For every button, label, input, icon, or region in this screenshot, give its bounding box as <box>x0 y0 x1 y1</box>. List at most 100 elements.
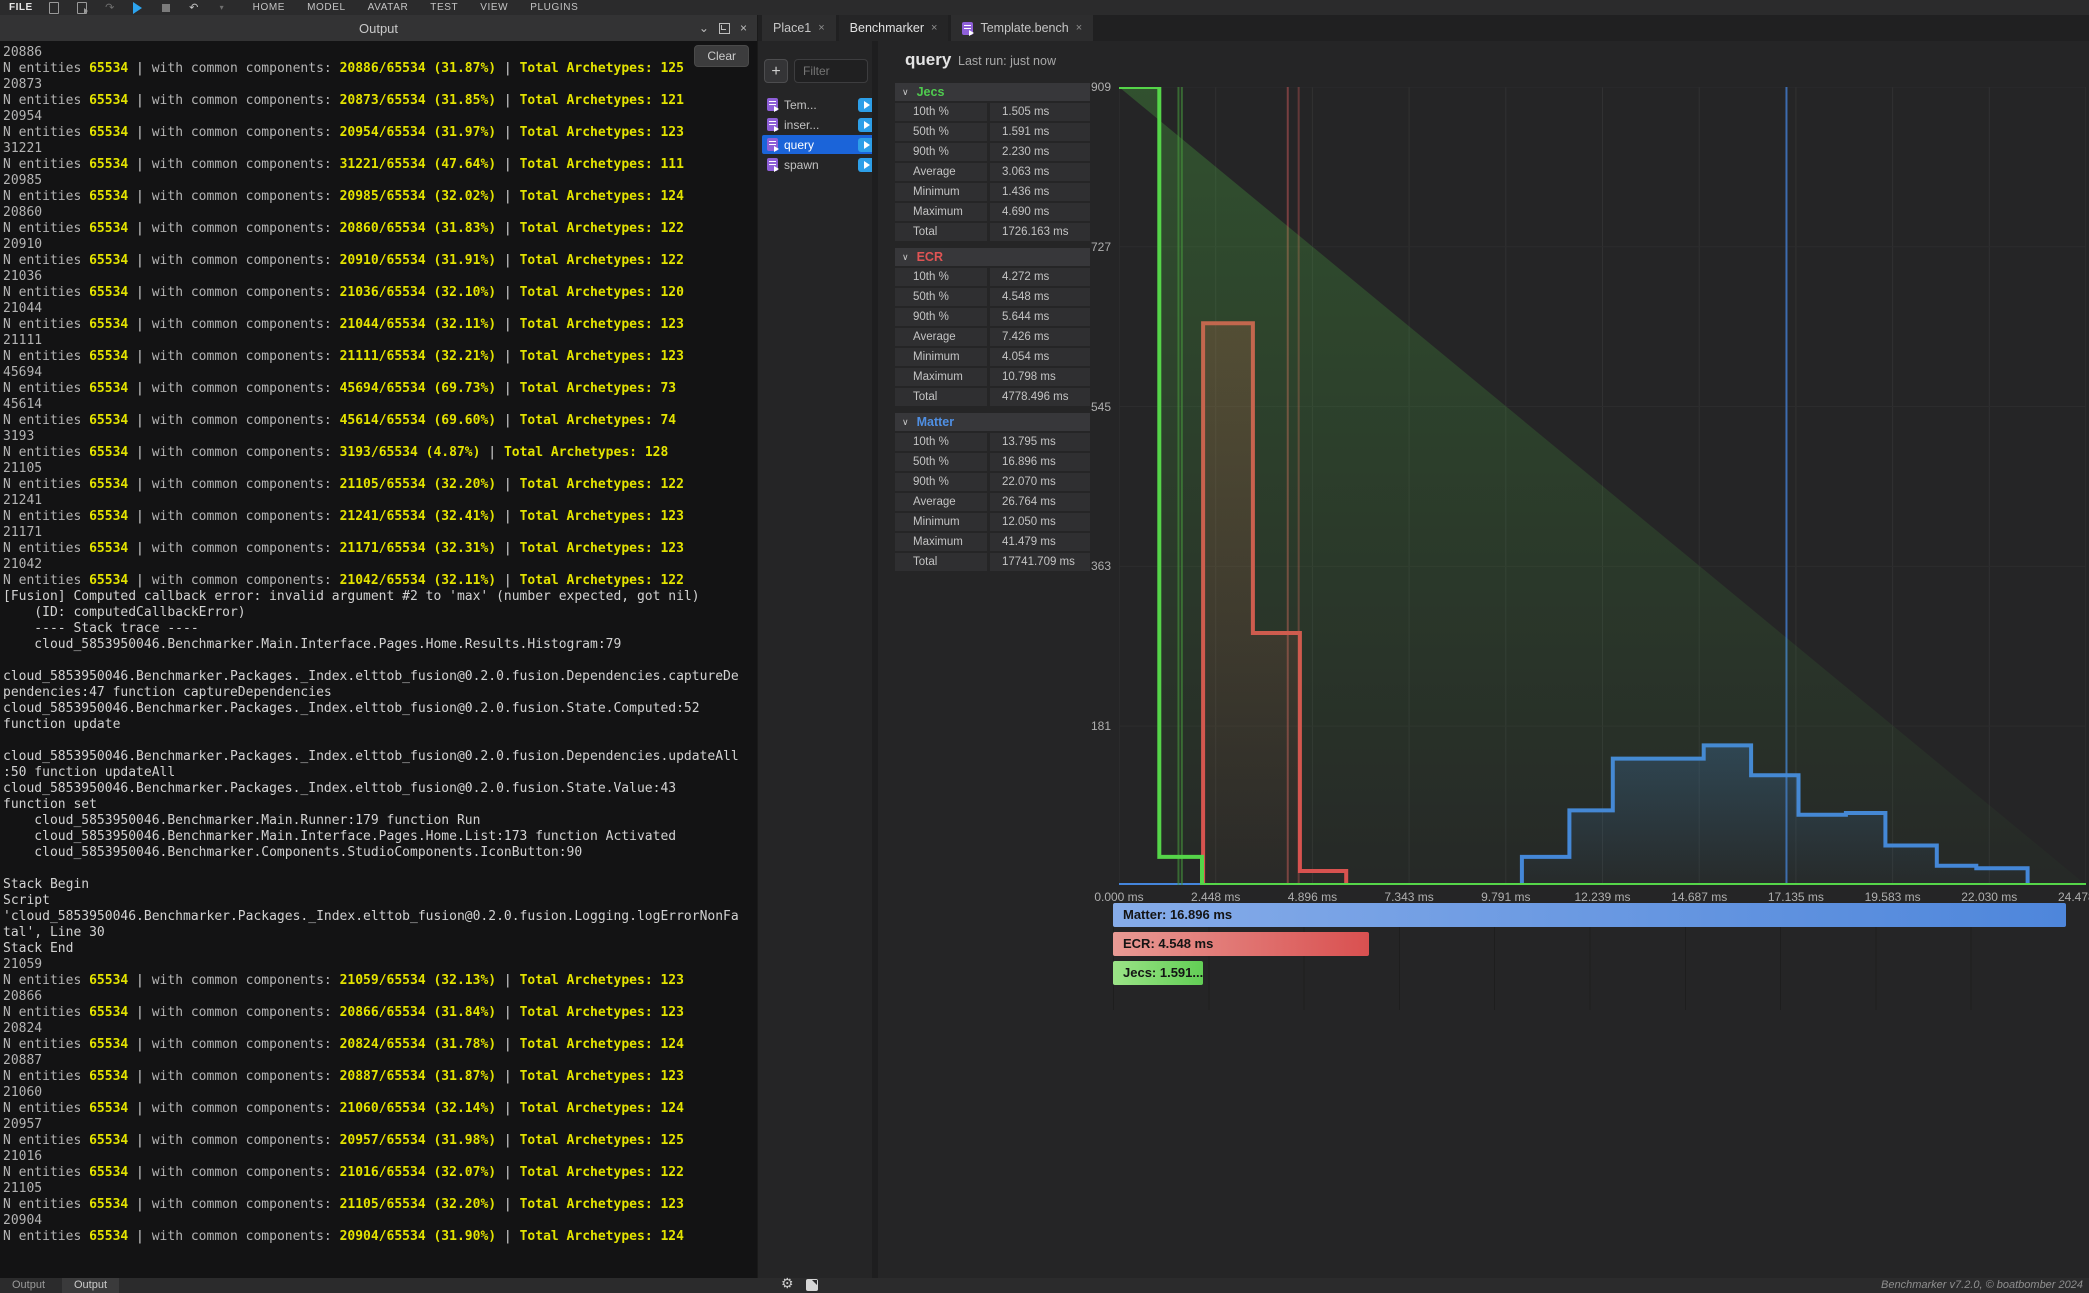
console-line: N entities 65534 | with common component… <box>3 477 755 493</box>
benchmark-item-label: query <box>784 138 852 152</box>
benchmark-item-query[interactable]: query <box>762 135 877 154</box>
clear-button[interactable]: Clear <box>694 45 749 67</box>
menu-model[interactable]: MODEL <box>307 2 346 13</box>
x-tick-label: 19.583 ms <box>1865 890 1921 904</box>
stat-row: 50th %16.896 ms <box>895 453 1090 471</box>
tab-template-bench[interactable]: Template.bench × <box>951 15 1093 41</box>
console-line: N entities 65534 | with common component… <box>3 445 755 461</box>
save-icon[interactable] <box>47 2 61 14</box>
console-line: 21059 <box>3 957 755 973</box>
stat-label: Average <box>895 163 987 181</box>
stat-label: 90th % <box>895 308 987 326</box>
x-tick-label: 7.343 ms <box>1384 890 1433 904</box>
console-line: 20985 <box>3 173 755 189</box>
console-line: N entities 65534 | with common component… <box>3 413 755 429</box>
tab-close-icon[interactable]: × <box>1076 22 1082 34</box>
menu-avatar[interactable]: AVATAR <box>368 2 409 13</box>
x-tick-label: 9.791 ms <box>1481 890 1530 904</box>
column-divider[interactable] <box>872 41 878 1278</box>
console-line: N entities 65534 | with common component… <box>3 125 755 141</box>
chart-legend: Matter: 16.896 msECR: 4.548 msJecs: 1.59… <box>1113 903 2066 1010</box>
stop-icon[interactable] <box>159 2 173 14</box>
stat-value: 4.272 ms <box>990 268 1090 286</box>
console-line: N entities 65534 | with common component… <box>3 349 755 365</box>
stat-label: Total <box>895 223 987 241</box>
stats-section-header-jecs[interactable]: ∨Jecs <box>895 83 1090 101</box>
console-line: cloud_5853950046.Benchmarker.Main.Runner… <box>3 813 755 829</box>
panel-chevron-down-icon[interactable]: ⌄ <box>699 21 709 35</box>
benchmark-item-Tem[interactable]: Tem... <box>762 95 877 114</box>
dock-tab-output-2[interactable]: Output <box>62 1278 119 1293</box>
gear-icon[interactable]: ⚙ <box>781 1275 794 1292</box>
add-benchmark-button[interactable]: + <box>764 59 788 83</box>
legend-bar-matter: Matter: 16.896 ms <box>1113 903 2066 927</box>
console-line: :50 function updateAll <box>3 765 755 781</box>
panel-dock-icon[interactable] <box>719 23 730 34</box>
histogram-svg <box>1119 87 2086 885</box>
console-line: N entities 65534 | with common component… <box>3 573 755 589</box>
stat-row: 90th %5.644 ms <box>895 308 1090 326</box>
tab-benchmarker[interactable]: Benchmarker× <box>839 15 949 41</box>
stat-value: 41.479 ms <box>990 533 1090 551</box>
version-label: Benchmarker v7.2.0, © boatbomber 2024 <box>1881 1279 2083 1291</box>
output-panel-header[interactable]: Output ⌄ × <box>0 15 757 41</box>
console-line: 21105 <box>3 461 755 477</box>
console-line: 45694 <box>3 365 755 381</box>
stat-row: 10th %13.795 ms <box>895 433 1090 451</box>
console-line: N entities 65534 | with common component… <box>3 61 755 77</box>
histogram-chart[interactable] <box>1119 87 2086 885</box>
stat-label: 10th % <box>895 103 987 121</box>
stat-value: 1726.163 ms <box>990 223 1090 241</box>
console-line: cloud_5853950046.Benchmarker.Packages._I… <box>3 701 755 717</box>
stat-value: 1.591 ms <box>990 123 1090 141</box>
menu-plugins[interactable]: PLUGINS <box>530 2 578 13</box>
x-tick-label: 17.135 ms <box>1768 890 1824 904</box>
output-console[interactable]: 20886N entities 65534 | with common comp… <box>3 45 755 1278</box>
menu-home[interactable]: HOME <box>253 2 285 13</box>
tab-close-icon[interactable]: × <box>931 22 937 34</box>
redo-icon[interactable]: ↷ <box>103 2 117 14</box>
stat-value: 13.795 ms <box>990 433 1090 451</box>
stat-label: Maximum <box>895 368 987 386</box>
x-tick-label: 12.239 ms <box>1574 890 1630 904</box>
output-panel: Output ⌄ × Clear 20886N entities 65534 |… <box>0 15 758 1278</box>
console-line: N entities 65534 | with common component… <box>3 509 755 525</box>
file-menu[interactable]: FILE <box>9 2 33 13</box>
script-icon <box>767 98 778 111</box>
console-line: function update <box>3 717 755 733</box>
play-icon[interactable] <box>131 2 145 14</box>
stat-label: 10th % <box>895 268 987 286</box>
x-tick-label: 4.896 ms <box>1288 890 1337 904</box>
stat-row: Minimum4.054 ms <box>895 348 1090 366</box>
benchmark-item-label: spawn <box>784 158 852 172</box>
console-line: cloud_5853950046.Benchmarker.Components.… <box>3 845 755 861</box>
console-line: 20873 <box>3 77 755 93</box>
stats-section-header-ecr[interactable]: ∨ECR <box>895 248 1090 266</box>
menu-test[interactable]: TEST <box>430 2 458 13</box>
tab-label: Template.bench <box>980 21 1068 35</box>
panel-close-icon[interactable]: × <box>740 21 747 35</box>
benchmark-list-column: + Tem... inser... query spawn <box>762 41 876 1278</box>
x-tick-label: 0.000 ms <box>1094 890 1143 904</box>
benchmark-item-spawn[interactable]: spawn <box>762 155 877 174</box>
console-line: 21042 <box>3 557 755 573</box>
dock-tab-output-1[interactable]: Output <box>0 1278 57 1293</box>
publish-icon[interactable] <box>75 2 89 14</box>
stat-label: Average <box>895 328 987 346</box>
y-tick-label: 545 <box>1071 400 1111 414</box>
chevron-down-icon[interactable]: ▾ <box>215 2 229 14</box>
y-tick-label: 727 <box>1071 240 1111 254</box>
menu-view[interactable]: VIEW <box>480 2 508 13</box>
tab-place1[interactable]: Place1× <box>762 15 836 41</box>
benchmark-item-label: Tem... <box>784 98 852 112</box>
legend-bar-jecs: Jecs: 1.591... <box>1113 961 1203 985</box>
stat-value: 1.436 ms <box>990 183 1090 201</box>
stat-label: 50th % <box>895 288 987 306</box>
benchmark-item-inser[interactable]: inser... <box>762 115 877 134</box>
chevron-down-icon: ∨ <box>902 417 909 428</box>
filter-input[interactable] <box>794 59 868 83</box>
stats-section-header-matter[interactable]: ∨Matter <box>895 413 1090 431</box>
undo-icon[interactable]: ↶ <box>187 2 201 14</box>
report-icon[interactable] <box>806 1279 818 1291</box>
tab-close-icon[interactable]: × <box>818 22 824 34</box>
